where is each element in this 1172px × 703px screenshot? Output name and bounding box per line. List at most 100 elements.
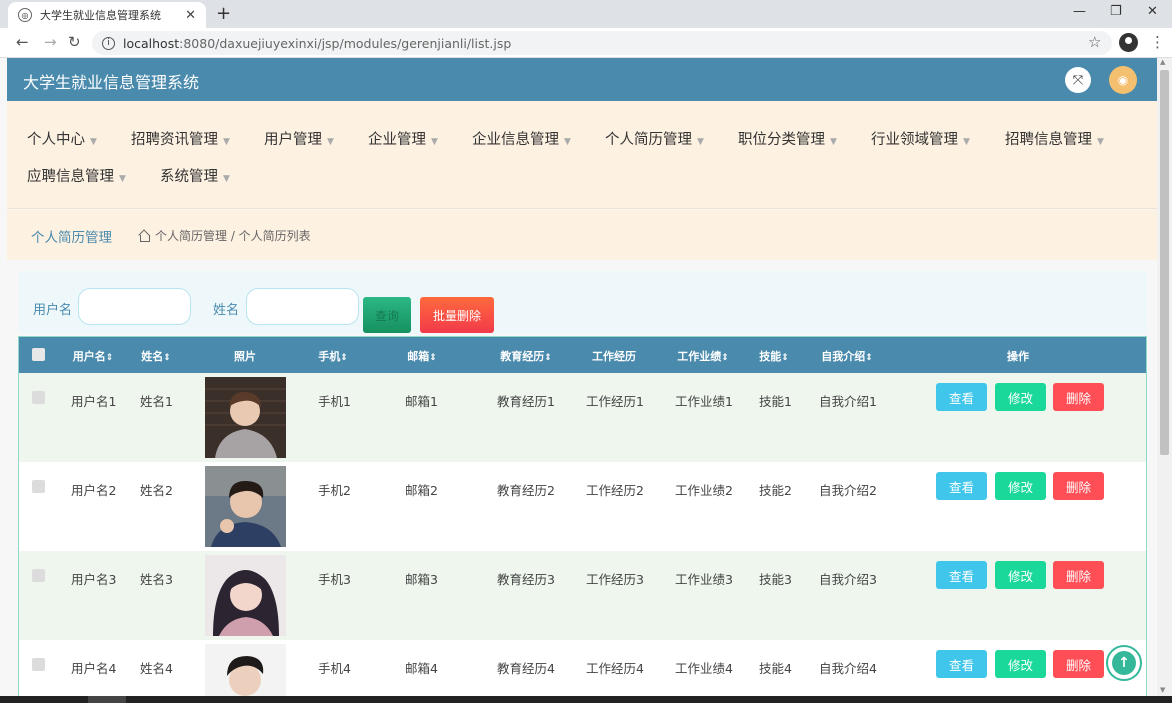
- taskbar-button[interactable]: [88, 696, 126, 703]
- new-tab-icon[interactable]: +: [216, 3, 231, 24]
- nav-label: 职位分类管理: [738, 132, 825, 148]
- nav-label: 应聘信息管理: [27, 169, 114, 185]
- nav-label: 个人简历管理: [605, 132, 692, 148]
- close-tab-icon[interactable]: ✕: [185, 8, 196, 23]
- cell-name: 姓名2: [140, 483, 173, 498]
- back-icon[interactable]: ←: [16, 33, 29, 51]
- nav-item-job-categories[interactable]: 职位分类管理 ▼: [738, 128, 837, 149]
- nav-item-users[interactable]: 用户管理 ▼: [264, 128, 334, 149]
- column-header: 操作: [1007, 350, 1029, 363]
- caret-down-icon: ▼: [1097, 137, 1104, 147]
- sort-icon: ⇕: [105, 353, 114, 363]
- caret-down-icon: ▼: [963, 137, 970, 147]
- nav-item-job-postings[interactable]: 招聘信息管理 ▼: [1005, 128, 1104, 149]
- sort-icon: ⇕: [781, 353, 789, 363]
- bookmark-star-icon[interactable]: ☆: [1088, 33, 1101, 51]
- browser-menu-icon[interactable]: ⋮: [1150, 33, 1165, 51]
- caret-down-icon: ▼: [223, 174, 230, 184]
- column-header-label: 手机: [318, 350, 341, 363]
- avatar[interactable]: ◉: [1109, 66, 1137, 94]
- name-label: 姓名: [213, 303, 240, 318]
- sort-icon: ⇕: [865, 353, 873, 363]
- row-checkbox[interactable]: [32, 569, 45, 582]
- minimize-icon[interactable]: —: [1073, 4, 1086, 19]
- delete-button[interactable]: 删除: [1053, 650, 1104, 678]
- edit-button[interactable]: 修改: [995, 472, 1046, 500]
- caret-down-icon: ▼: [223, 137, 230, 147]
- cell-work: 工作经历1: [586, 394, 644, 409]
- edit-button[interactable]: 修改: [995, 561, 1046, 589]
- url-host: localhost: [123, 35, 180, 51]
- window-close-icon[interactable]: ✕: [1147, 4, 1158, 19]
- select-all-checkbox[interactable]: [32, 348, 45, 361]
- nav-item-recruit-news[interactable]: 招聘资讯管理 ▼: [131, 128, 230, 149]
- nav-item-industries[interactable]: 行业领域管理 ▼: [871, 128, 970, 149]
- nav-label: 企业管理: [368, 132, 426, 148]
- username-input[interactable]: [78, 288, 191, 325]
- browser-tab[interactable]: ◎ 大学生就业信息管理系统 ✕: [8, 2, 206, 28]
- account-icon[interactable]: [1119, 33, 1138, 52]
- cell-name: 姓名4: [140, 661, 173, 676]
- column-header[interactable]: 自我介绍⇕: [821, 348, 873, 364]
- delete-button[interactable]: 删除: [1053, 472, 1104, 500]
- view-button[interactable]: 查看: [936, 472, 987, 500]
- delete-button[interactable]: 删除: [1053, 383, 1104, 411]
- column-header[interactable]: 工作业绩⇕: [677, 348, 729, 364]
- fullscreen-icon[interactable]: ⤧: [1065, 67, 1091, 93]
- forward-icon[interactable]: →: [44, 33, 57, 51]
- view-button[interactable]: 查看: [936, 383, 987, 411]
- nav-label: 企业信息管理: [472, 132, 559, 148]
- scroll-up-icon[interactable]: ▲: [1160, 58, 1165, 66]
- nav-label: 招聘资讯管理: [131, 132, 218, 148]
- caret-down-icon: ▼: [327, 137, 334, 147]
- info-icon[interactable]: i: [102, 36, 115, 50]
- table-row: 用户名4 姓名4 手机4 邮箱4 教育经历4 工作经历4 工作业绩4 技能4 自…: [19, 640, 1146, 703]
- edit-button[interactable]: 修改: [995, 383, 1046, 411]
- cell-education: 教育经历2: [497, 483, 555, 498]
- url-field[interactable]: i localhost:8080/daxuejiuyexinxi/jsp/mod…: [92, 31, 1112, 55]
- nav-label: 系统管理: [160, 169, 218, 185]
- cell-name: 姓名3: [140, 572, 173, 587]
- sort-icon: ⇕: [429, 353, 437, 363]
- scrollbar-thumb[interactable]: [1160, 70, 1169, 455]
- column-header[interactable]: 用户名⇕: [73, 348, 114, 364]
- nav-item-applications[interactable]: 应聘信息管理 ▼: [27, 165, 126, 186]
- reload-icon[interactable]: ↻: [68, 33, 81, 51]
- caret-down-icon: ▼: [830, 137, 837, 147]
- column-header[interactable]: 邮箱⇕: [407, 348, 437, 364]
- cell-skill: 技能1: [759, 394, 792, 409]
- resume-photo: [205, 466, 286, 547]
- view-button[interactable]: 查看: [936, 650, 987, 678]
- batch-delete-button[interactable]: 批量删除: [420, 297, 494, 333]
- nav-label: 招聘信息管理: [1005, 132, 1092, 148]
- nav-item-resumes[interactable]: 个人简历管理 ▼: [605, 128, 704, 149]
- back-to-top-button[interactable]: ↑: [1106, 645, 1142, 681]
- column-header[interactable]: 姓名⇕: [141, 348, 171, 364]
- cell-phone: 手机2: [318, 483, 351, 498]
- nav-item-system[interactable]: 系统管理 ▼: [160, 165, 230, 186]
- nav-item-personal-center[interactable]: 个人中心 ▼: [27, 128, 97, 149]
- view-button[interactable]: 查看: [936, 561, 987, 589]
- nav-item-companies[interactable]: 企业管理 ▼: [368, 128, 438, 149]
- sort-icon: ⇕: [544, 353, 552, 363]
- table-header: 用户名⇕ 姓名⇕ 照片 手机⇕ 邮箱⇕ 教育经历⇕ 工作经历 工作业绩⇕ 技能⇕…: [19, 337, 1146, 373]
- scroll-down-icon[interactable]: ▼: [1160, 686, 1165, 694]
- column-header[interactable]: 手机⇕: [318, 348, 348, 364]
- query-button[interactable]: 查询: [363, 297, 411, 333]
- column-header[interactable]: 教育经历⇕: [500, 348, 552, 364]
- restore-icon[interactable]: ❐: [1110, 4, 1122, 19]
- cell-work: 工作经历4: [586, 661, 644, 676]
- main-nav: 个人中心 ▼ 招聘资讯管理 ▼ 用户管理 ▼ 企业管理 ▼ 企业信息管理 ▼ 个人简历管理…: [7, 101, 1157, 209]
- caret-down-icon: ▼: [90, 137, 97, 147]
- row-checkbox[interactable]: [32, 391, 45, 404]
- cell-email: 邮箱1: [405, 394, 438, 409]
- row-checkbox[interactable]: [32, 480, 45, 493]
- home-icon[interactable]: [138, 230, 150, 242]
- nav-item-company-info[interactable]: 企业信息管理 ▼: [472, 128, 571, 149]
- name-input[interactable]: [246, 288, 359, 325]
- column-header-label: 技能: [759, 350, 782, 363]
- row-checkbox[interactable]: [32, 658, 45, 671]
- column-header[interactable]: 技能⇕: [759, 348, 789, 364]
- edit-button[interactable]: 修改: [995, 650, 1046, 678]
- delete-button[interactable]: 删除: [1053, 561, 1104, 589]
